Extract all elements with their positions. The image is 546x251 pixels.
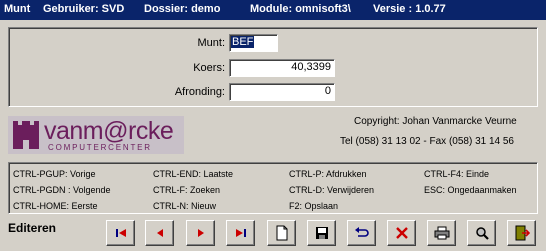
shortcut-eerste: CTRL-HOME: Eerste <box>13 201 98 211</box>
shortcut-vorige: CTRL-PGUP: Vorige <box>13 169 96 179</box>
last-icon <box>235 229 246 237</box>
koers-value: 40,3399 <box>291 61 331 73</box>
title-bar: Munt Gebruiker: SVD Dossier: demo Module… <box>0 0 546 20</box>
afronding-input[interactable]: 0 <box>229 83 335 101</box>
shortcut-nieuw: CTRL-N: Nieuw <box>153 201 217 211</box>
next-icon <box>197 229 204 237</box>
undo-icon <box>354 227 369 237</box>
shortcut-afdrukken: CTRL-P: Afdrukken <box>289 169 367 179</box>
logo-subtitle: COMPUTERCENTER <box>48 143 152 152</box>
koers-input[interactable]: 40,3399 <box>229 59 335 77</box>
exit-button[interactable] <box>507 220 536 246</box>
last-record-button[interactable] <box>226 220 255 246</box>
munt-value: BEF <box>231 36 255 48</box>
mode-status: Editeren <box>8 221 57 235</box>
shortcut-volgende: CTRL-PGDN : Volgende <box>13 185 111 195</box>
user-info: Gebruiker: SVD <box>43 3 125 15</box>
print-icon <box>434 226 449 240</box>
first-record-button[interactable] <box>106 220 135 246</box>
shortcut-laatste: CTRL-END: Laatste <box>153 169 234 179</box>
shortcut-einde: CTRL-F4: Einde <box>424 169 490 179</box>
search-icon <box>475 227 489 240</box>
munt-label: Munt: <box>197 37 225 49</box>
exit-icon <box>515 225 530 241</box>
contact-text: Tel (058) 31 13 02 - Fax (058) 31 14 56 <box>340 136 514 147</box>
copyright-text: Copyright: Johan Vanmarcke Veurne <box>354 116 517 127</box>
first-icon <box>115 229 126 237</box>
save-icon <box>315 227 328 239</box>
afronding-label: Afronding: <box>174 86 225 98</box>
afronding-value: 0 <box>324 85 331 97</box>
version-info: Versie : 1.0.77 <box>373 3 446 15</box>
logo-wordmark: vanm@rcke <box>44 117 174 145</box>
shortcut-opslaan: F2: Opslaan <box>289 201 339 211</box>
delete-icon <box>395 227 408 239</box>
munt-input[interactable]: BEF <box>229 34 278 52</box>
window-title: Munt <box>4 3 31 15</box>
module-info: Module: omnisoft3\ <box>250 3 351 15</box>
previous-record-button[interactable] <box>145 220 174 246</box>
koers-label: Koers: <box>193 62 225 74</box>
castle-icon <box>13 121 39 149</box>
shortcut-verwijderen: CTRL-D: Verwijderen <box>289 185 375 195</box>
new-record-button[interactable] <box>267 220 296 246</box>
search-button[interactable] <box>467 220 496 246</box>
save-button[interactable] <box>307 220 336 246</box>
shortcut-ongedaanmaken: ESC: Ongedaanmaken <box>424 185 517 195</box>
new-icon <box>276 225 287 241</box>
dossier-info: Dossier: demo <box>144 3 221 15</box>
delete-button[interactable] <box>387 220 416 246</box>
shortcut-zoeken: CTRL-F: Zoeken <box>153 185 221 195</box>
next-record-button[interactable] <box>186 220 215 246</box>
company-logo: vanm@rcke COMPUTERCENTER <box>8 116 184 154</box>
previous-icon <box>156 229 163 237</box>
undo-button[interactable] <box>347 220 376 246</box>
print-button[interactable] <box>427 220 456 246</box>
